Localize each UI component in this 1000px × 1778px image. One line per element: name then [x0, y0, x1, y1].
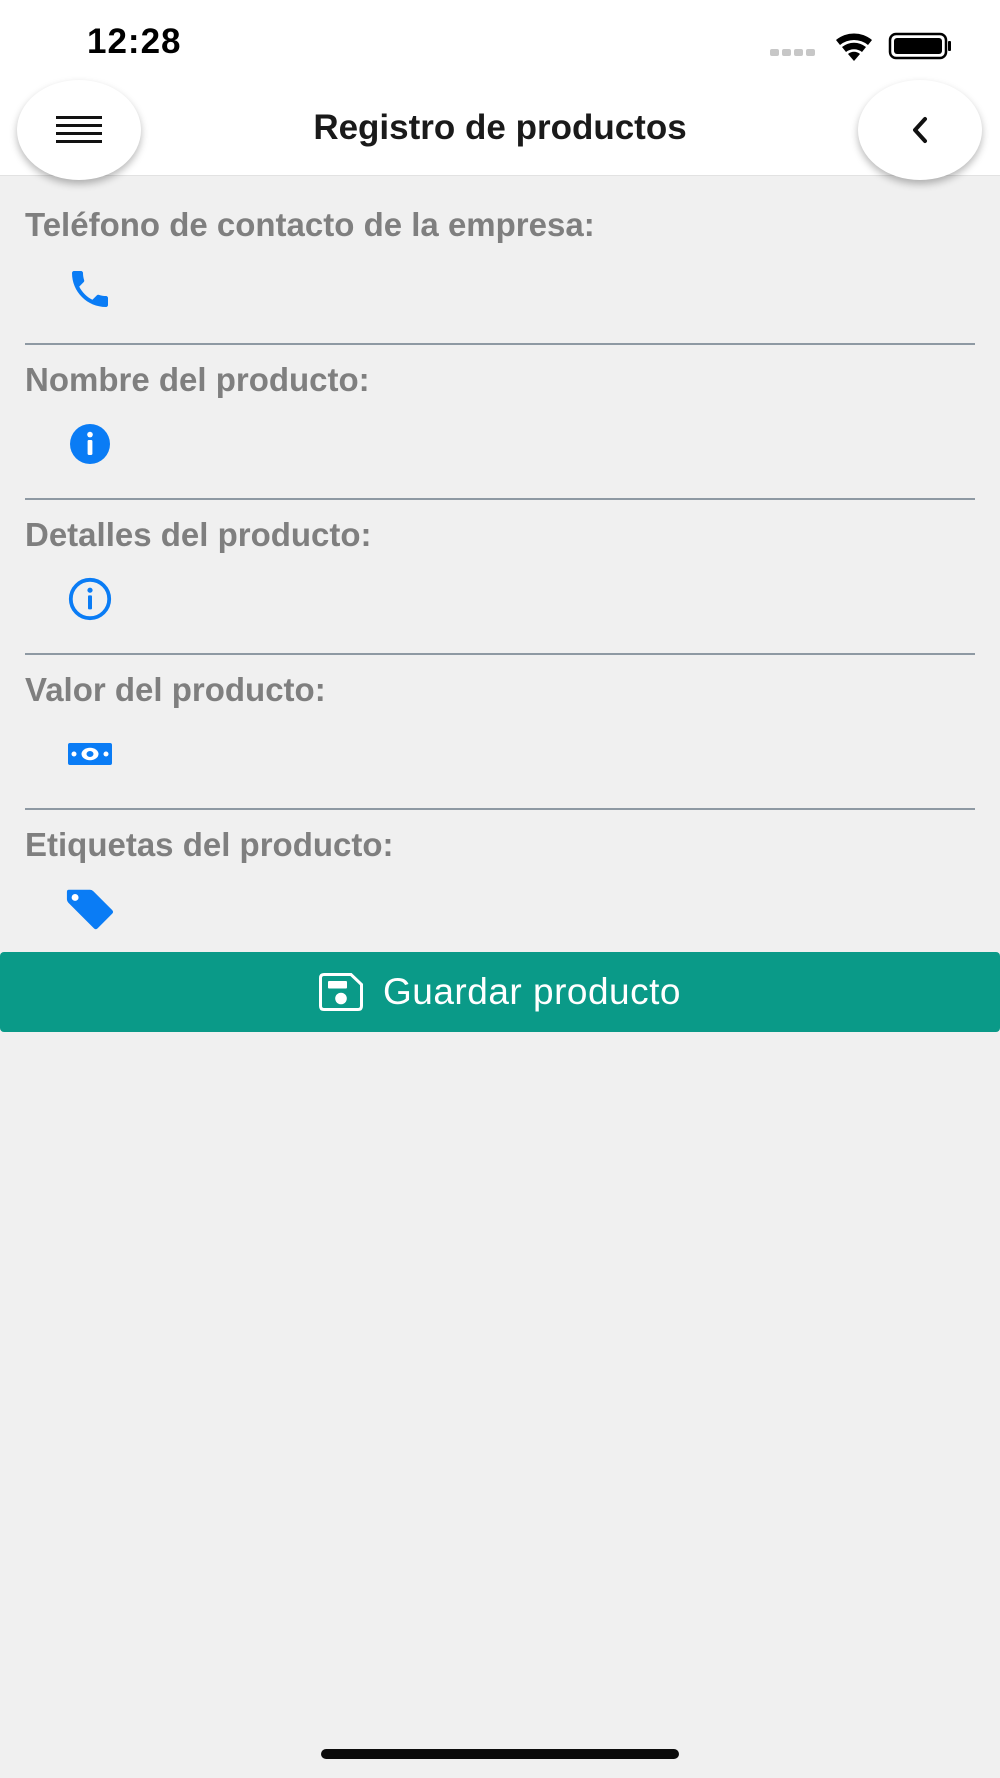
save-product-button[interactable]: Guardar producto — [0, 952, 1000, 1032]
company-phone-input[interactable] — [135, 260, 969, 320]
save-button-label: Guardar producto — [382, 971, 681, 1012]
phone-icon — [65, 264, 115, 314]
status-bar: 12:28 — [0, 0, 1000, 88]
header: Registro de productos — [0, 88, 1000, 176]
signal-dots-icon — [770, 49, 815, 56]
company-phone-label: Teléfono de contacto de la empresa: — [25, 206, 595, 243]
product-name-input[interactable] — [135, 415, 969, 475]
menu-button[interactable] — [17, 80, 141, 180]
product-tags-input[interactable] — [135, 880, 969, 940]
chevron-left-icon — [913, 117, 927, 143]
menu-icon — [56, 116, 102, 143]
product-details-input[interactable] — [135, 570, 969, 630]
product-tags-label: Etiquetas del producto: — [25, 826, 394, 863]
money-icon — [65, 729, 115, 779]
info-outline-icon — [65, 574, 115, 624]
product-value-label: Valor del producto: — [25, 671, 326, 708]
product-name-field: Nombre del producto: — [25, 343, 975, 500]
product-details-field: Detalles del producto: — [25, 498, 975, 655]
status-icons — [770, 32, 951, 61]
product-details-label: Detalles del producto: — [25, 516, 372, 553]
product-value-input[interactable] — [135, 725, 969, 785]
product-tags-field: Etiquetas del producto: — [25, 808, 975, 965]
product-value-field: Valor del producto: — [25, 653, 975, 810]
battery-icon — [888, 32, 951, 60]
product-name-label: Nombre del producto: — [25, 361, 370, 398]
info-filled-icon — [65, 419, 115, 469]
status-time: 12:28 — [87, 22, 182, 61]
wifi-icon — [836, 33, 872, 61]
back-button[interactable] — [858, 80, 982, 180]
save-icon — [318, 973, 363, 1011]
tag-icon — [65, 884, 115, 934]
home-indicator[interactable] — [321, 1749, 679, 1759]
company-phone-field: Teléfono de contacto de la empresa: — [25, 188, 975, 345]
page-title: Registro de productos — [313, 108, 687, 147]
